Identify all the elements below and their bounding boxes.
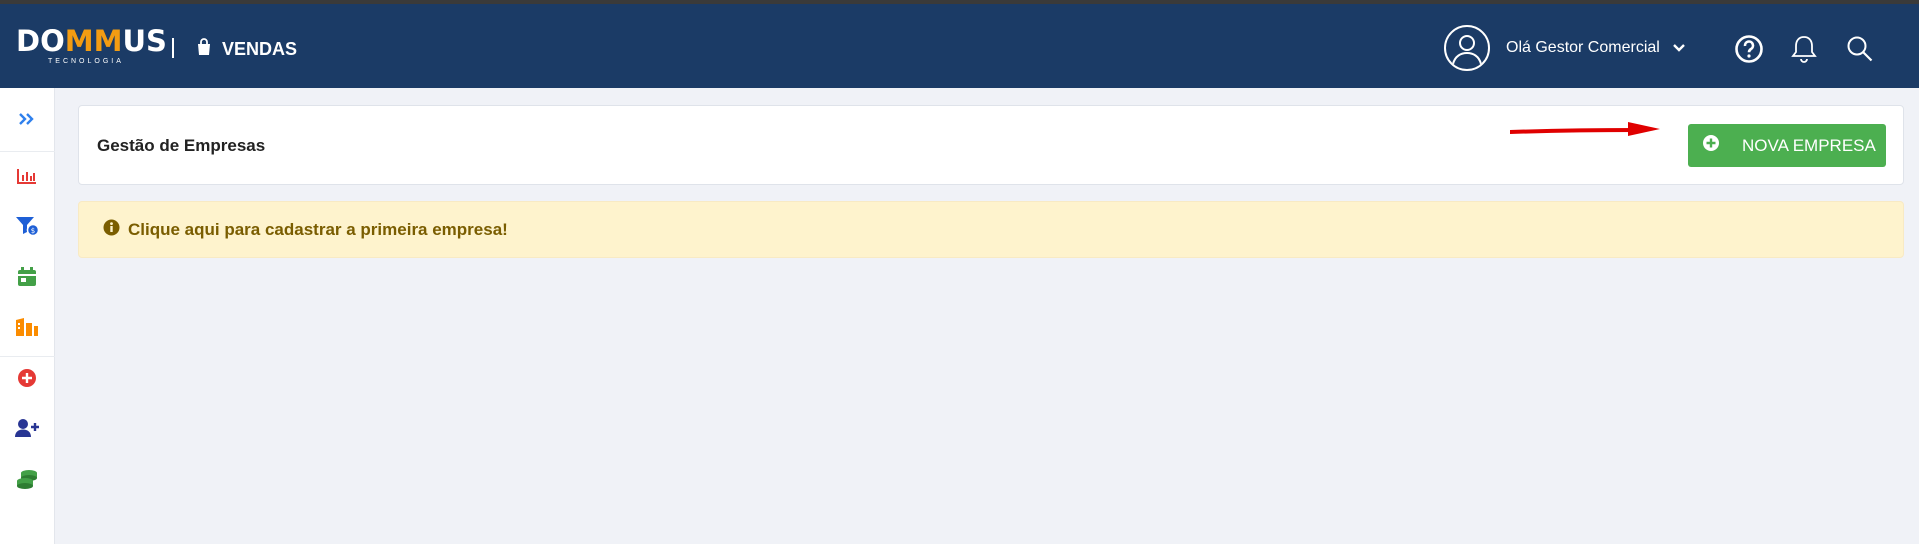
sidebar-divider: [0, 356, 55, 357]
expand-icon[interactable]: [13, 105, 41, 133]
alert-message: Clique aqui para cadastrar a primeira em…: [128, 219, 508, 239]
user-plus-icon[interactable]: [13, 414, 41, 442]
logo-wordmark: DOMMUS: [16, 24, 167, 58]
user-circle-icon: [1444, 25, 1490, 71]
coins-icon[interactable]: [13, 465, 41, 493]
chart-icon[interactable]: [13, 162, 41, 190]
shopping-bag-icon: [196, 37, 212, 61]
funnel-dollar-icon[interactable]: $: [13, 212, 41, 240]
sidebar-divider: [0, 151, 55, 152]
user-greeting: Olá Gestor Comercial: [1506, 39, 1660, 56]
companies-card: Gestão de Empresas NOVA EMPRESA: [78, 105, 1904, 185]
user-menu[interactable]: Olá Gestor Comercial: [1444, 24, 1686, 72]
module-indicator[interactable]: VENDAS: [196, 36, 297, 62]
sidebar: $: [0, 88, 55, 544]
plus-circle-icon[interactable]: [13, 364, 41, 392]
bell-icon[interactable]: [1789, 34, 1819, 64]
building-icon[interactable]: [13, 313, 41, 341]
help-icon[interactable]: [1734, 34, 1764, 64]
info-circle-icon: [103, 219, 120, 241]
dommus-logo[interactable]: DOMMUS TECNOLOGIA: [16, 24, 167, 74]
new-company-button[interactable]: NOVA EMPRESA: [1688, 124, 1886, 167]
logo-tagline: TECNOLOGIA: [48, 58, 124, 65]
chevron-down-icon: [1672, 43, 1686, 53]
calendar-icon[interactable]: [13, 263, 41, 291]
empty-state-alert[interactable]: Clique aqui para cadastrar a primeira em…: [78, 201, 1904, 258]
top-header: DOMMUS TECNOLOGIA VENDAS Olá Gestor Come…: [0, 4, 1919, 88]
svg-text:$: $: [31, 227, 35, 235]
page-title: Gestão de Empresas: [97, 136, 266, 155]
new-company-button-label: NOVA EMPRESA: [1742, 135, 1876, 155]
annotation-arrow: [1510, 122, 1660, 136]
header-divider: [172, 38, 174, 58]
plus-circle-icon: [1702, 134, 1720, 157]
module-label: VENDAS: [222, 38, 298, 59]
search-icon[interactable]: [1845, 34, 1875, 64]
